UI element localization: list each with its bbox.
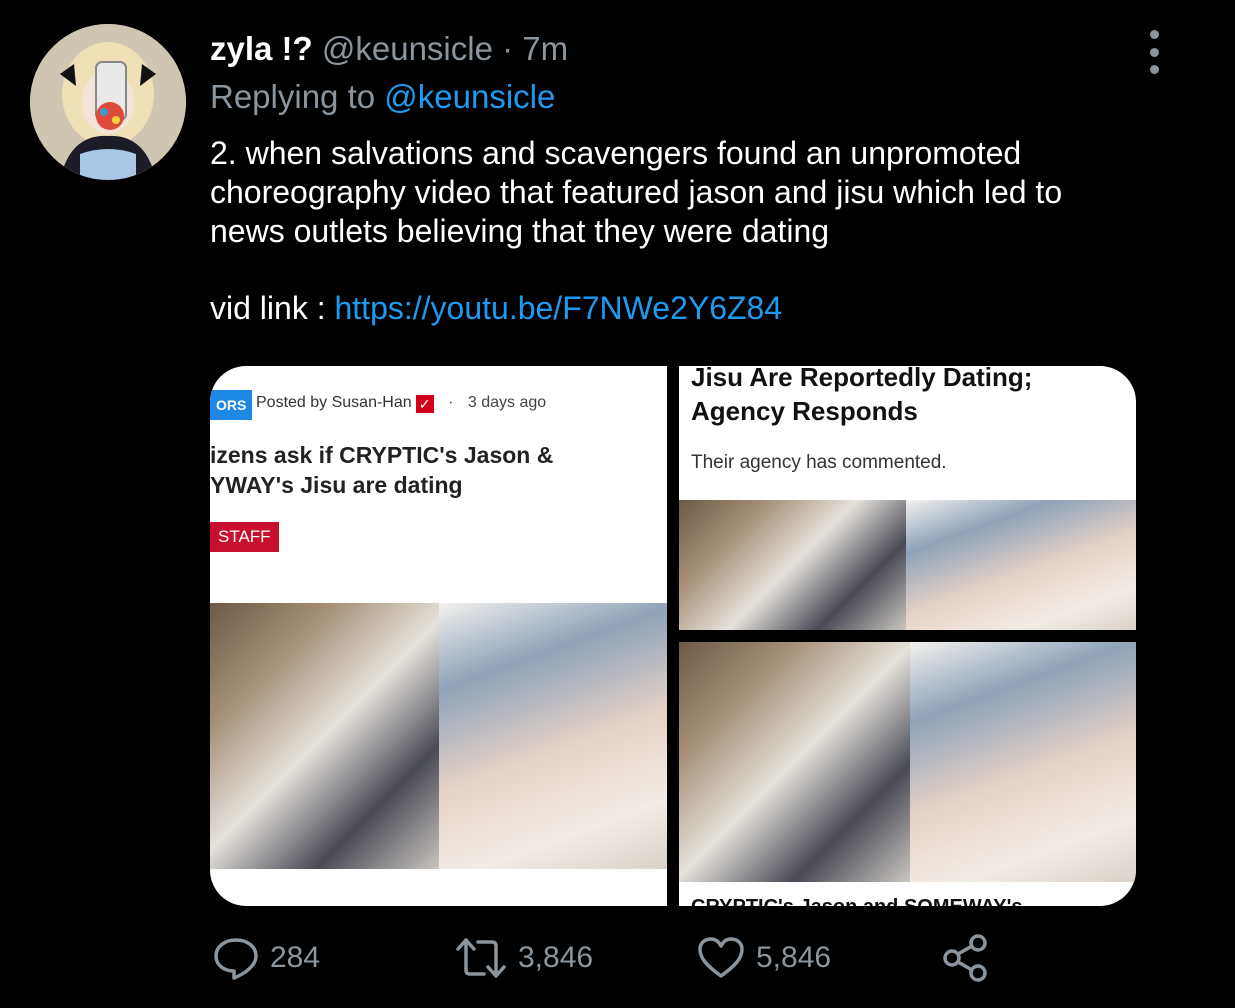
posted-by: Posted by Susan-Han — [256, 394, 412, 411]
media-image-left[interactable]: ORS Posted by Susan-Han ✓ · 3 days ago iz… — [210, 366, 667, 906]
like-icon — [698, 937, 744, 978]
tweet-text-line: news outlets believing that they were da… — [210, 213, 830, 249]
media-grid[interactable]: ORS Posted by Susan-Han ✓ · 3 days ago iz… — [210, 366, 1136, 906]
retweet-icon — [456, 938, 506, 978]
staff-tag: STAFF — [210, 522, 279, 552]
posted-by-line: Posted by Susan-Han ✓ · 3 days ago — [256, 394, 546, 413]
tweet-header: zyla !? @keunsicle · 7m — [210, 30, 568, 68]
article-subtext: Their agency has commented. — [691, 452, 947, 473]
verified-check-icon: ✓ — [415, 395, 434, 413]
headline-line: YWAY's Jisu are dating — [210, 472, 463, 498]
article-headline: izens ask if CRYPTIC's Jason & YWAY's Ji… — [210, 440, 590, 500]
article-cut-text: CRYPTIC's Jason and SOMEWAY's — [691, 896, 1111, 906]
retweet-button[interactable]: 3,846 — [454, 930, 593, 986]
photo-jisu — [439, 603, 667, 869]
more-dot — [1149, 30, 1159, 39]
article-headline-right: Jisu Are Reportedly Dating; Agency Respo… — [691, 366, 1131, 428]
replying-prefix: Replying to — [210, 78, 376, 115]
image-divider — [679, 630, 1136, 642]
share-button[interactable] — [940, 930, 990, 986]
photo-jason — [679, 500, 906, 630]
more-dot — [1149, 65, 1159, 74]
headline-line: Agency Responds — [691, 396, 918, 426]
photo-jisu — [910, 642, 1136, 882]
media-image-right[interactable]: Jisu Are Reportedly Dating; Agency Respo… — [679, 366, 1136, 906]
avatar[interactable] — [30, 24, 186, 180]
replying-handle-link[interactable]: @keunsicle — [384, 78, 555, 115]
timestamp[interactable]: 7m — [522, 30, 568, 67]
photo-jisu — [906, 500, 1136, 630]
like-button[interactable]: 5,846 — [696, 930, 831, 986]
tweet: zyla !? @keunsicle · 7m Replying to @keu… — [0, 0, 1235, 1008]
tweet-text-line: choreography video that featured jason a… — [210, 174, 1063, 210]
retweet-count: 3,846 — [518, 941, 594, 974]
more-options-icon[interactable] — [1140, 30, 1168, 74]
photo-jason — [210, 603, 439, 869]
reply-button[interactable]: 284 — [212, 930, 320, 986]
avatar-photo — [30, 24, 186, 180]
separator: · — [502, 30, 514, 67]
vid-link-line: vid link : https://youtu.be/F7NWe2Y6Z84 — [210, 290, 782, 327]
vid-url-link[interactable]: https://youtu.be/F7NWe2Y6Z84 — [334, 290, 782, 326]
photo-jason — [679, 642, 910, 882]
reply-icon — [214, 938, 258, 980]
headline-line: izens ask if CRYPTIC's Jason & — [210, 442, 554, 468]
posted-ago: 3 days ago — [467, 394, 547, 411]
display-name[interactable]: zyla !? — [210, 30, 313, 67]
tweet-text-line: 2. when salvations and scavengers found … — [210, 135, 1022, 171]
reply-count: 284 — [270, 941, 321, 974]
vid-label: vid link : — [210, 290, 326, 326]
tweet-text: 2. when salvations and scavengers found … — [210, 134, 1190, 251]
category-tag: ORS — [210, 390, 253, 420]
replying-to: Replying to @keunsicle — [210, 78, 555, 116]
dot: · — [448, 394, 454, 411]
action-bar: 284 3,846 5,846 — [210, 930, 1136, 986]
like-count: 5,846 — [756, 941, 832, 974]
more-dot — [1149, 47, 1159, 57]
handle[interactable]: @keunsicle — [322, 30, 493, 67]
share-icon — [943, 934, 987, 982]
headline-line: Jisu Are Reportedly Dating; — [691, 366, 1033, 392]
